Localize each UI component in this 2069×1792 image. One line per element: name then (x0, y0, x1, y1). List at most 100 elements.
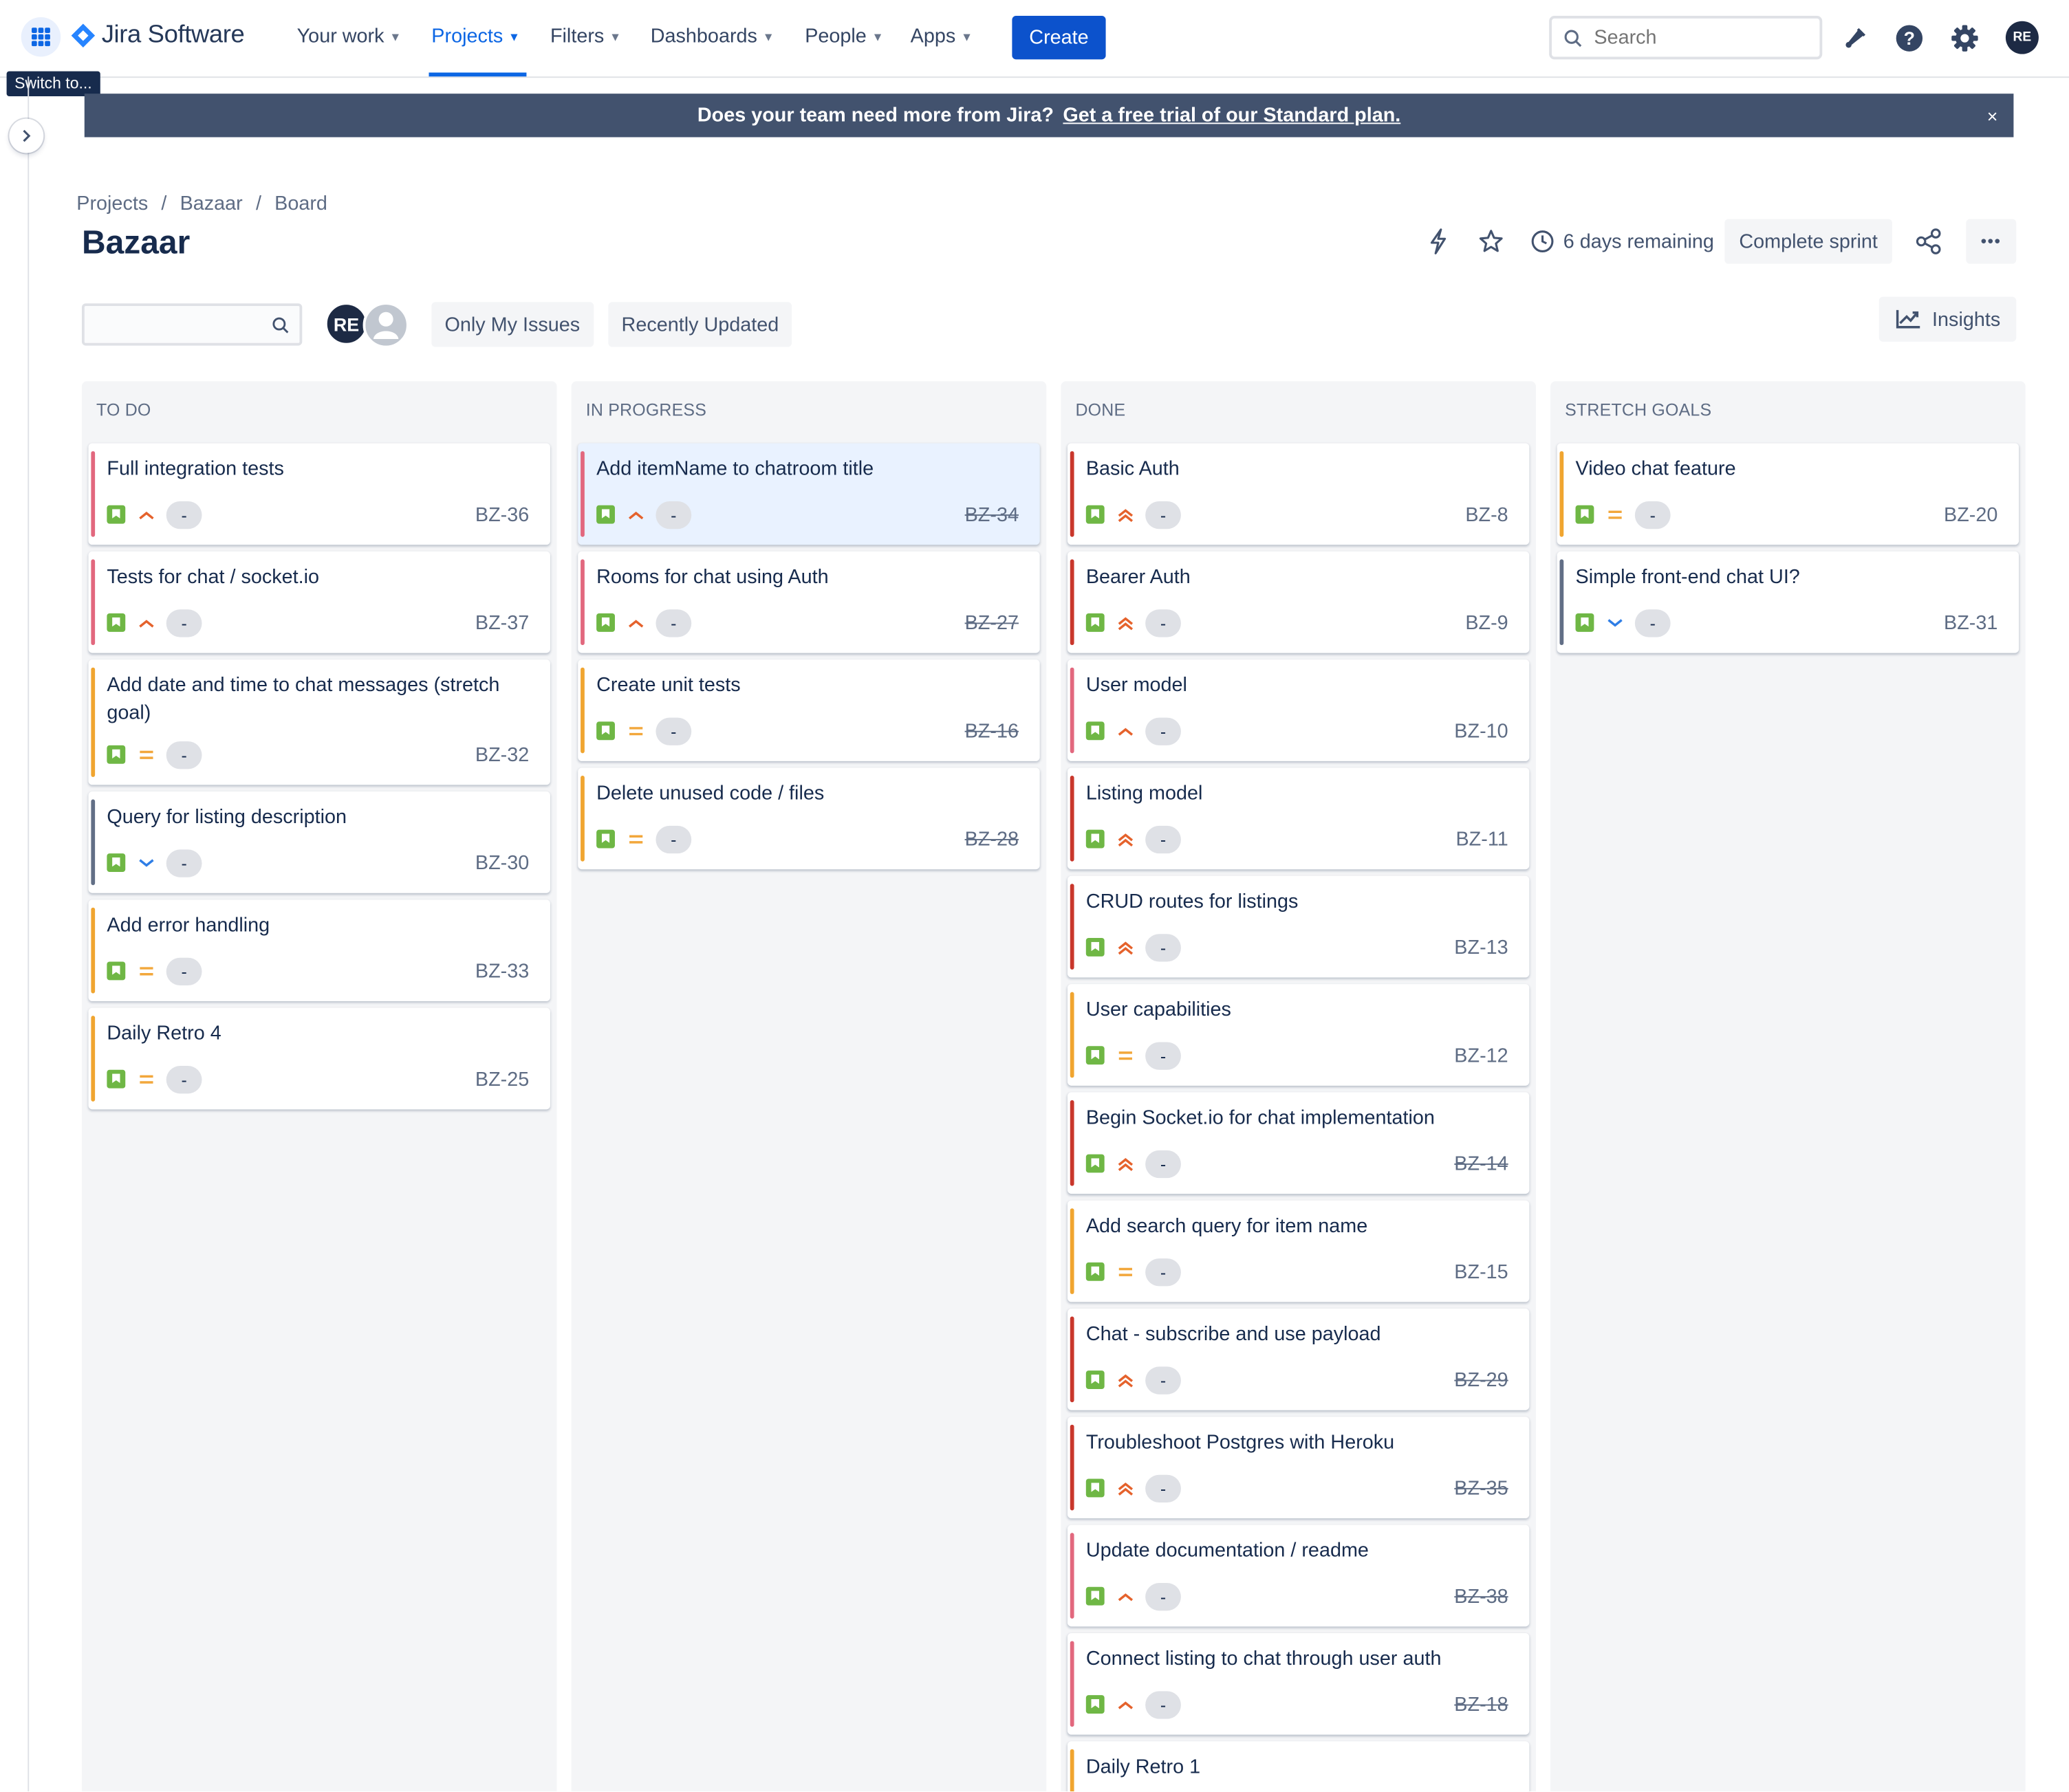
issue-key[interactable]: BZ-30 (475, 851, 529, 874)
search-icon (1564, 29, 1582, 47)
breadcrumb-separator: / (161, 193, 167, 215)
automation-button[interactable] (1417, 220, 1459, 262)
issue-card[interactable]: Create unit tests - BZ-16 (578, 659, 1040, 761)
column-title: TO DO (96, 400, 151, 420)
issue-card[interactable]: Listing model - BZ-11 (1067, 767, 1530, 870)
nav-filters[interactable]: Filters ▼ (550, 25, 621, 47)
issue-card[interactable]: Connect listing to chat through user aut… (1067, 1632, 1530, 1735)
nav-dashboards-label: Dashboards (650, 25, 757, 48)
issue-card[interactable]: Add search query for item name - BZ-15 (1067, 1200, 1530, 1302)
issue-key[interactable]: BZ-37 (475, 611, 529, 634)
issue-footer: - BZ-36 (107, 500, 529, 529)
story-points-badge: - (1145, 609, 1181, 637)
jira-logo[interactable]: Jira Software (71, 21, 245, 50)
board-search-input[interactable] (92, 312, 270, 337)
bell-icon (1845, 28, 1866, 48)
issue-key[interactable]: BZ-34 (965, 503, 1019, 526)
story-icon (596, 613, 615, 632)
story-icon (1085, 1154, 1105, 1173)
issue-card[interactable]: Query for listing description - BZ-30 (88, 791, 550, 893)
issue-key[interactable]: BZ-38 (1454, 1585, 1508, 1608)
issue-key[interactable]: BZ-15 (1454, 1260, 1508, 1283)
nav-apps[interactable]: Apps ▼ (911, 25, 973, 47)
only-my-issues-filter[interactable]: Only My Issues (431, 302, 594, 347)
issue-key[interactable]: BZ-31 (1944, 611, 1997, 634)
issue-footer: - BZ-20 (1575, 500, 1997, 529)
notifications-button[interactable] (1839, 23, 1871, 54)
story-points-badge: - (656, 824, 692, 853)
sprint-time-remaining: 6 days remaining (1530, 230, 1714, 254)
share-button[interactable] (1903, 219, 1956, 263)
issue-key[interactable]: BZ-36 (475, 503, 529, 526)
recently-updated-filter[interactable]: Recently Updated (608, 302, 792, 347)
issue-key[interactable]: BZ-29 (1454, 1368, 1508, 1391)
issue-key[interactable]: BZ-9 (1465, 611, 1508, 634)
issue-key[interactable]: BZ-28 (965, 828, 1019, 851)
issue-card[interactable]: Update documentation / readme - BZ-38 (1067, 1525, 1530, 1627)
issue-card[interactable]: Basic Auth - BZ-8 (1067, 443, 1530, 545)
app-switcher-button[interactable] (21, 17, 61, 57)
story-points-badge: - (1634, 501, 1671, 529)
insights-button[interactable]: Insights (1879, 296, 2017, 342)
board-search[interactable] (81, 303, 303, 346)
global-search-input[interactable] (1594, 26, 1806, 49)
issue-key[interactable]: BZ-25 (475, 1068, 529, 1091)
issue-card[interactable]: Video chat feature - BZ-20 (1557, 443, 2019, 545)
issue-key[interactable]: BZ-14 (1454, 1152, 1508, 1175)
issue-card[interactable]: Tests for chat / socket.io - BZ-37 (88, 551, 550, 653)
help-button[interactable]: ? (1894, 23, 1925, 54)
assignee-avatar-re[interactable]: RE (324, 302, 369, 346)
nav-projects[interactable]: Projects ▼ (431, 25, 520, 47)
issue-key[interactable]: BZ-20 (1944, 503, 1997, 526)
issue-card[interactable]: CRUD routes for listings - BZ-13 (1067, 875, 1530, 978)
nav-your-work[interactable]: Your work ▼ (297, 25, 402, 47)
issue-card[interactable]: Bearer Auth - BZ-9 (1067, 551, 1530, 653)
issue-key[interactable]: BZ-35 (1454, 1477, 1508, 1500)
issue-card[interactable]: Delete unused code / files - BZ-28 (578, 767, 1040, 870)
issue-key[interactable]: BZ-27 (965, 611, 1019, 634)
issue-key[interactable]: BZ-33 (475, 960, 529, 983)
issue-key[interactable]: BZ-16 (965, 719, 1019, 742)
more-actions-button[interactable]: ••• (1966, 219, 2017, 264)
chevron-down-icon: ▼ (762, 30, 774, 43)
complete-sprint-button[interactable]: Complete sprint (1724, 219, 1892, 264)
breadcrumb-board[interactable]: Board (274, 193, 327, 215)
issue-key[interactable]: BZ-13 (1454, 936, 1508, 959)
star-button[interactable] (1470, 220, 1512, 262)
issue-card[interactable]: Daily Retro 1- (1067, 1741, 1530, 1792)
unassigned-avatar[interactable] (362, 302, 409, 349)
breadcrumb-bazaar[interactable]: Bazaar (180, 193, 243, 215)
issue-card[interactable]: Simple front-end chat UI? - BZ-31 (1557, 551, 2019, 653)
issue-card[interactable]: User capabilities - BZ-12 (1067, 984, 1530, 1086)
issue-key[interactable]: BZ-18 (1454, 1693, 1508, 1716)
free-trial-link[interactable]: Get a free trial of our Standard plan. (1063, 105, 1400, 127)
issue-card[interactable]: Full integration tests - BZ-36 (88, 443, 550, 545)
issue-card[interactable]: Rooms for chat using Auth - BZ-27 (578, 551, 1040, 653)
issue-card[interactable]: Add date and time to chat messages (stre… (88, 659, 550, 785)
global-search[interactable] (1549, 16, 1823, 60)
epic-color-bar (1070, 667, 1074, 754)
issue-key[interactable]: BZ-12 (1454, 1044, 1508, 1067)
settings-button[interactable] (1949, 23, 1980, 54)
nav-people[interactable]: People ▼ (805, 25, 883, 47)
create-button[interactable]: Create (1012, 16, 1106, 60)
issue-card[interactable]: Chat - subscribe and use payload - BZ-29 (1067, 1309, 1530, 1410)
expand-sidebar-button[interactable] (9, 118, 44, 153)
issue-card[interactable]: Troubleshoot Postgres with Heroku - BZ-35 (1067, 1417, 1530, 1519)
issue-card[interactable]: Add itemName to chatroom title - BZ-34 (578, 443, 1040, 545)
issue-key[interactable]: BZ-11 (1455, 828, 1508, 851)
issue-key[interactable]: BZ-32 (475, 743, 529, 766)
breadcrumb-projects[interactable]: Projects (76, 193, 148, 215)
issue-card[interactable]: Add error handling - BZ-33 (88, 899, 550, 1002)
issue-key[interactable]: BZ-10 (1454, 719, 1508, 742)
profile-avatar[interactable]: RE (2005, 21, 2039, 54)
story-points-badge: - (656, 609, 692, 637)
nav-dashboards[interactable]: Dashboards ▼ (651, 25, 774, 47)
priority-medium-icon (136, 961, 158, 982)
nav-your-work-label: Your work (296, 25, 384, 48)
issue-key[interactable]: BZ-8 (1465, 503, 1508, 526)
issue-card[interactable]: Begin Socket.io for chat implementation -… (1067, 1092, 1530, 1194)
issue-card[interactable]: Daily Retro 4 - BZ-25 (88, 1007, 550, 1110)
issue-card[interactable]: User model - BZ-10 (1067, 659, 1530, 761)
close-icon[interactable]: × (1987, 105, 1998, 127)
